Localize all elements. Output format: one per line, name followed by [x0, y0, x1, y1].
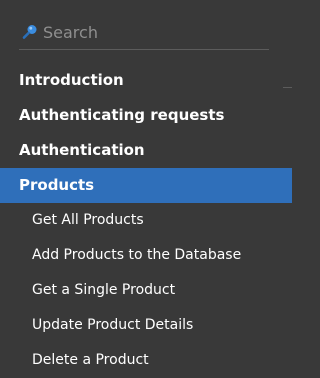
sidebar-subitem-update-product-details[interactable]: Update Product Details [0, 308, 292, 343]
divider [283, 87, 292, 88]
sidebar-subitem-label: Delete a Product [32, 352, 149, 368]
sidebar-item-introduction[interactable]: Introduction [0, 63, 292, 98]
sidebar-item-label: Products [19, 176, 95, 194]
sidebar-nav: Introduction Authenticating requests Aut… [0, 63, 292, 378]
sidebar-item-authentication[interactable]: Authentication [0, 133, 292, 168]
sidebar-subitem-label: Add Products to the Database [32, 247, 242, 263]
sidebar-subitem-add-products[interactable]: Add Products to the Database [0, 238, 292, 273]
search-bar [19, 19, 269, 50]
sidebar-item-label: Authentication [19, 141, 145, 159]
search-input[interactable] [43, 19, 263, 45]
sidebar-subitem-get-single-product[interactable]: Get a Single Product [0, 273, 292, 308]
search-icon [21, 23, 39, 41]
sidebar-subitem-label: Get All Products [32, 212, 144, 228]
sidebar-item-label: Introduction [19, 71, 124, 89]
sidebar-subitem-label: Update Product Details [32, 317, 194, 333]
sidebar-item-authenticating-requests[interactable]: Authenticating requests [0, 98, 292, 133]
sidebar-subitem-label: Get a Single Product [32, 282, 176, 298]
sidebar-subitem-delete-product[interactable]: Delete a Product [0, 343, 292, 378]
sidebar-item-products[interactable]: Products [0, 168, 292, 203]
sidebar-subitem-get-all-products[interactable]: Get All Products [0, 203, 292, 238]
sidebar-item-label: Authenticating requests [19, 106, 225, 124]
